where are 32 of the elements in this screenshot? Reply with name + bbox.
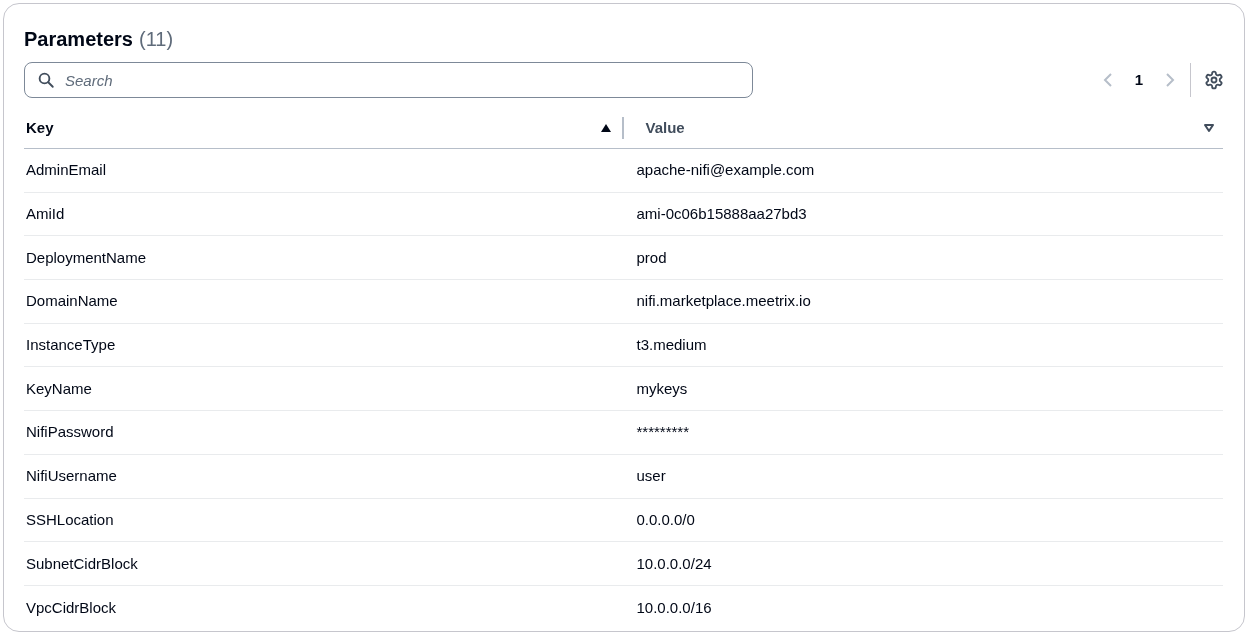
table-cell: VpcCidrBlock bbox=[26, 598, 117, 616]
table-cell: SSHLocation bbox=[26, 510, 114, 528]
table-cell: KeyName bbox=[26, 379, 92, 397]
table-cell: DeploymentName bbox=[26, 248, 147, 266]
table-cell: t3.medium bbox=[636, 336, 707, 354]
parameter-count: (11) bbox=[138, 27, 174, 52]
table-cell: NifiPassword bbox=[26, 423, 114, 441]
search-field[interactable]: Search bbox=[24, 62, 753, 98]
table-cell: user bbox=[636, 467, 666, 485]
table-cell: mykeys bbox=[636, 379, 688, 397]
column-header[interactable]: Value bbox=[645, 116, 685, 140]
table-cell: 0.0.0.0/0 bbox=[636, 510, 695, 528]
table-cell: 10.0.0.0/24 bbox=[636, 554, 712, 572]
table-cell: SubnetCidrBlock bbox=[26, 554, 138, 572]
sort-ascending-icon[interactable] bbox=[599, 123, 612, 133]
table-cell: ami-0c06b15888aa27bd3 bbox=[636, 205, 807, 223]
table-cell: 10.0.0.0/16 bbox=[636, 598, 712, 616]
table-cell: DomainName bbox=[26, 292, 118, 310]
table-cell: ********* bbox=[636, 423, 690, 441]
table-cell: AdminEmail bbox=[26, 161, 107, 179]
search-icon bbox=[37, 71, 55, 89]
sort-icon[interactable] bbox=[1203, 123, 1215, 133]
panel-title: Parameters bbox=[24, 27, 133, 52]
page-number[interactable]: 1 bbox=[1126, 68, 1151, 92]
settings-icon[interactable] bbox=[1204, 70, 1224, 90]
table-cell: InstanceType bbox=[26, 336, 116, 354]
table-cell: AmiId bbox=[26, 205, 65, 223]
column-header[interactable]: Key bbox=[26, 116, 54, 140]
table-cell: NifiUsername bbox=[26, 467, 117, 485]
table-cell: prod bbox=[636, 248, 667, 266]
table-cell: apache-nifi@example.com bbox=[636, 161, 815, 179]
table-cell: nifi.marketplace.meetrix.io bbox=[636, 292, 811, 310]
